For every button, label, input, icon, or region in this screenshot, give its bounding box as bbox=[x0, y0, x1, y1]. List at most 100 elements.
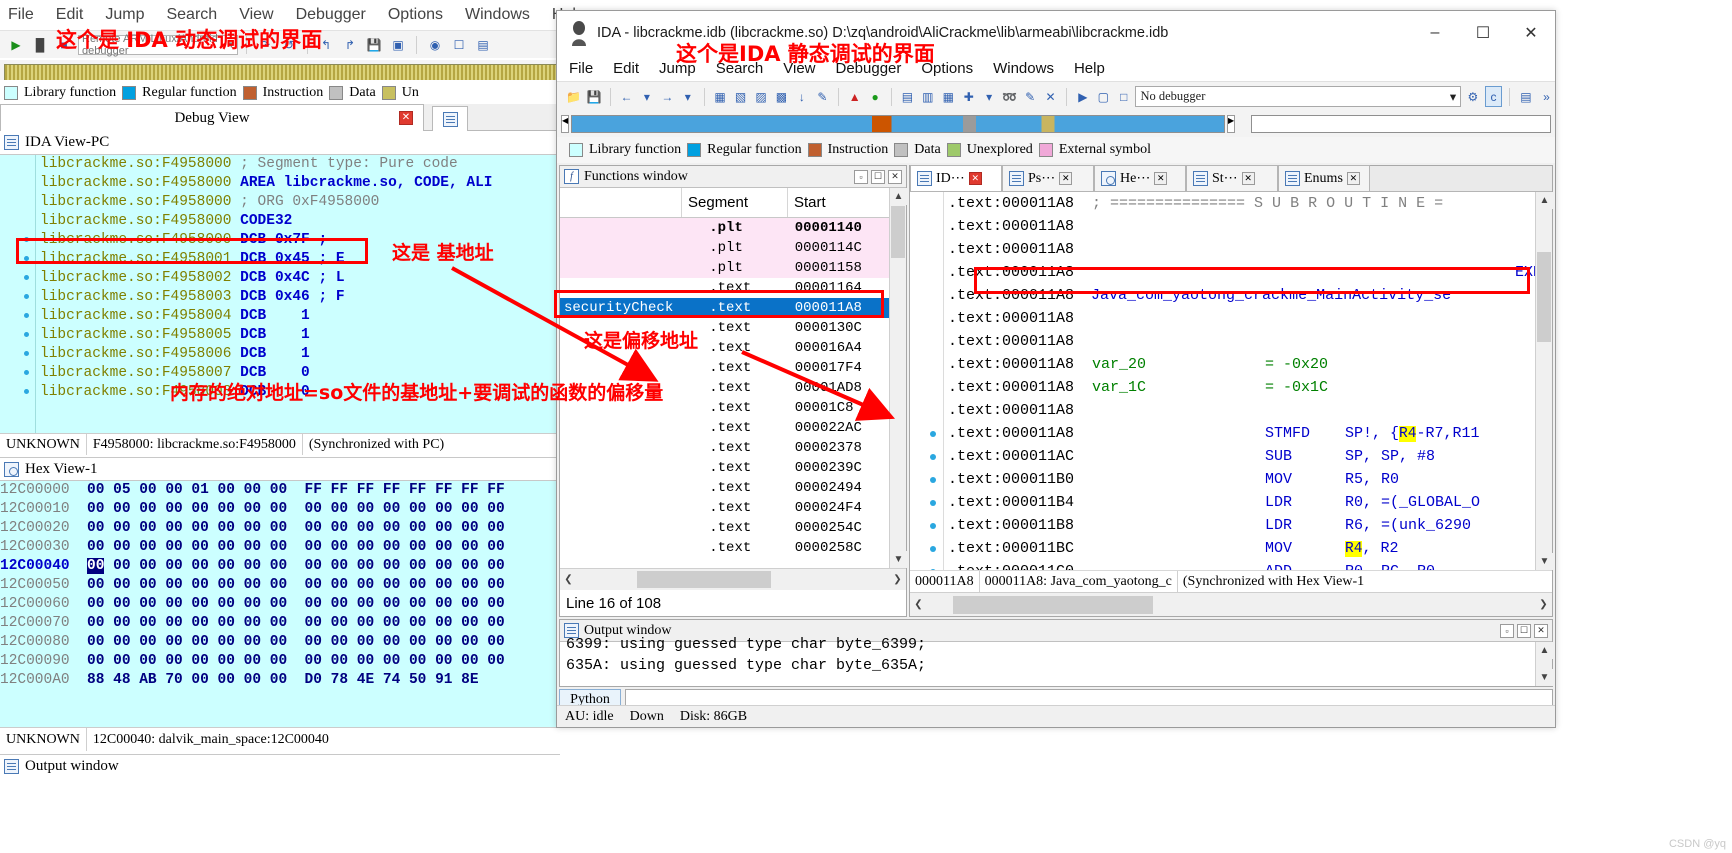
tab-hex-view[interactable]: He⋯ ✕ bbox=[1094, 165, 1186, 191]
disassembly-line[interactable]: libcrackme.so:F4958002 DCB 0x4C ; L bbox=[0, 269, 560, 288]
scroll-left-icon[interactable]: ❮ bbox=[910, 596, 927, 613]
snapshot-icon[interactable]: ▣ bbox=[388, 35, 408, 55]
scrollbar-thumb[interactable] bbox=[637, 571, 771, 588]
scroll-up-icon[interactable]: ▲ bbox=[1536, 642, 1553, 659]
back-menu-options[interactable]: Options bbox=[388, 6, 443, 24]
table-row[interactable]: .plt 00001140 bbox=[560, 218, 906, 238]
disassembly-line[interactable]: .text:000011A8 bbox=[910, 307, 1552, 330]
disassembly-line[interactable]: libcrackme.so:F4958000 CODE32 bbox=[0, 212, 560, 231]
navigate-forward-icon[interactable]: → bbox=[659, 86, 676, 107]
table-row[interactable]: .text 000024F4 bbox=[560, 498, 906, 518]
nav-scroll-left-icon[interactable]: ◀ bbox=[561, 115, 569, 133]
menu-help[interactable]: Help bbox=[1074, 60, 1105, 77]
save-icon[interactable]: 💾 bbox=[585, 86, 602, 107]
scrollbar-thumb[interactable] bbox=[891, 206, 905, 258]
breakpoint-icon[interactable]: ◉ bbox=[425, 35, 445, 55]
breakpoint-dot-icon[interactable] bbox=[930, 546, 936, 552]
menu-file[interactable]: File bbox=[569, 60, 593, 77]
disassembly-line[interactable]: libcrackme.so:F4958000 ; ORG 0xF4958000 bbox=[0, 193, 560, 212]
breakpoint-dot-icon[interactable] bbox=[930, 454, 936, 460]
nav-scroll-right-icon[interactable]: ▶ bbox=[1227, 115, 1235, 133]
run-icon[interactable]: ▶ bbox=[1074, 86, 1091, 107]
table-row[interactable]: securityCheck .text 000011A8 bbox=[560, 298, 906, 318]
table-row[interactable]: .text 0000130C bbox=[560, 318, 906, 338]
disassembly-line[interactable]: libcrackme.so:F4958000 DCB 0x7F ; bbox=[0, 231, 560, 250]
close-icon[interactable]: ✕ bbox=[1241, 172, 1255, 185]
hex-row[interactable]: 12C00040 00 00 00 00 00 00 00 00 00 00 0… bbox=[0, 557, 560, 576]
save-icon[interactable]: 💾 bbox=[364, 35, 384, 55]
disassembly-line[interactable]: libcrackme.so:F4958005 DCB 1 bbox=[0, 326, 560, 345]
menu-options[interactable]: Options bbox=[921, 60, 973, 77]
minimize-icon[interactable]: – bbox=[1411, 11, 1459, 55]
close-icon[interactable]: ✕ bbox=[1059, 172, 1073, 185]
table-row[interactable]: .text 000022AC bbox=[560, 418, 906, 438]
tab-ida-view-a[interactable]: ID⋯ ✕ bbox=[910, 165, 1002, 191]
disassembly-line[interactable]: libcrackme.so:F4958007 DCB 0 bbox=[0, 364, 560, 383]
table-row[interactable]: .text 00001164 bbox=[560, 278, 906, 298]
table-row[interactable]: .text 0000239C bbox=[560, 458, 906, 478]
tab-structures[interactable]: St⋯ ✕ bbox=[1186, 165, 1278, 191]
graph-view-icon[interactable]: ▤ bbox=[899, 86, 916, 107]
table-row[interactable]: .text 00002494 bbox=[560, 478, 906, 498]
step-into-icon[interactable]: ↷ bbox=[255, 35, 275, 55]
scroll-up-icon[interactable]: ▲ bbox=[1536, 192, 1553, 209]
disassembly-line[interactable]: .text:000011AC SUB SP, SP, #8 bbox=[910, 445, 1552, 468]
selected-byte[interactable]: 00 bbox=[87, 558, 105, 574]
disassembly-line[interactable]: .text:000011A8 EXPORT Java_com_yaotong bbox=[910, 261, 1552, 284]
float-icon[interactable]: ☐ bbox=[1517, 623, 1531, 638]
maximize-icon[interactable]: ☐ bbox=[1459, 11, 1507, 55]
tracing-icon[interactable]: ▤ bbox=[473, 35, 493, 55]
scroll-up-icon[interactable]: ▲ bbox=[890, 188, 907, 205]
warning-icon[interactable]: ▲ bbox=[846, 86, 863, 107]
breakpoint-dot-icon[interactable] bbox=[24, 313, 29, 318]
menu-search[interactable]: Search bbox=[716, 60, 764, 77]
toolbar-overflow-icon[interactable]: » bbox=[1538, 86, 1555, 107]
disassembly-line[interactable]: libcrackme.so:F4958006 DCB 1 bbox=[0, 345, 560, 364]
disassembly-line[interactable]: libcrackme.so:F4958000 AREA libcrackme.s… bbox=[0, 174, 560, 193]
disassembly-line[interactable]: libcrackme.so:F4958004 DCB 1 bbox=[0, 307, 560, 326]
scrollbar-thumb[interactable] bbox=[1537, 252, 1551, 342]
navigate-back-icon[interactable]: ← bbox=[618, 86, 635, 107]
hex-row[interactable]: 12C00000 00 05 00 00 01 00 00 00 FF FF F… bbox=[0, 481, 560, 500]
open-file-icon[interactable]: 📁 bbox=[565, 86, 582, 107]
undo-icon[interactable]: ↰ bbox=[316, 35, 336, 55]
breakpoint-dot-icon[interactable] bbox=[24, 256, 29, 261]
back-menu-edit[interactable]: Edit bbox=[56, 6, 84, 24]
hex-row[interactable]: 12C00060 00 00 00 00 00 00 00 00 00 00 0… bbox=[0, 595, 560, 614]
debugger-select[interactable]: Remote ARM Linux/Android debugger ▾ bbox=[78, 33, 238, 57]
add-breakpoint-icon[interactable]: ✚ bbox=[960, 86, 977, 107]
disassembly-line[interactable]: .text:000011A8 bbox=[910, 215, 1552, 238]
hex-row[interactable]: 12C00030 00 00 00 00 00 00 00 00 00 00 0… bbox=[0, 538, 560, 557]
debugger-options-icon[interactable]: ⚙ bbox=[1464, 86, 1481, 107]
back-menu-search[interactable]: Search bbox=[166, 6, 217, 24]
scroll-down-icon[interactable]: ▼ bbox=[1536, 669, 1553, 686]
back-menu-windows[interactable]: Windows bbox=[465, 6, 530, 24]
breakpoint-dot-icon[interactable] bbox=[24, 237, 29, 242]
table-row[interactable]: .text 000017F4 bbox=[560, 358, 906, 378]
disassembly-line[interactable]: .text:000011A8 bbox=[910, 238, 1552, 261]
menu-edit[interactable]: Edit bbox=[613, 60, 639, 77]
rename-icon[interactable]: ✎ bbox=[814, 86, 831, 107]
disassembly-line[interactable]: .text:000011B0 MOV R5, R0 bbox=[910, 468, 1552, 491]
menu-jump[interactable]: Jump bbox=[659, 60, 696, 77]
breakpoint-dot-icon[interactable] bbox=[930, 477, 936, 483]
hex-row[interactable]: 12C00020 00 00 00 00 00 00 00 00 00 00 0… bbox=[0, 519, 560, 538]
disassembly-line[interactable]: .text:000011C0 ADDR0, PC, R0 bbox=[910, 560, 1552, 570]
back-menu-jump[interactable]: Jump bbox=[105, 6, 144, 24]
float-icon[interactable]: ☐ bbox=[871, 169, 885, 184]
breakpoint-dot-icon[interactable] bbox=[24, 294, 29, 299]
breakpoint-dot-icon[interactable] bbox=[24, 370, 29, 375]
disassembly-vertical-scrollbar[interactable]: ▲ ▼ bbox=[1535, 192, 1553, 570]
front-titlebar[interactable]: IDA - libcrackme.idb (libcrackme.so) D:\… bbox=[557, 11, 1555, 55]
disassembly-horizontal-scrollbar[interactable]: ❮ ❯ bbox=[910, 592, 1552, 616]
forward-history-chevron-down-icon[interactable]: ▾ bbox=[679, 86, 696, 107]
table-row[interactable]: .text 0000258C bbox=[560, 538, 906, 558]
disassembly-line[interactable]: .text:000011A8 ; =============== S U B R… bbox=[910, 192, 1552, 215]
breakpoint-dot-icon[interactable] bbox=[24, 275, 29, 280]
navigation-band-secondary[interactable] bbox=[1251, 115, 1551, 133]
hex-row[interactable]: 12C00010 00 00 00 00 00 00 00 00 00 00 0… bbox=[0, 500, 560, 519]
jump-down-icon[interactable]: ↓ bbox=[793, 86, 810, 107]
output-vertical-scrollbar[interactable]: ▲ ▼ bbox=[1535, 642, 1553, 686]
disassembly-line[interactable]: .text:000011B8 LDR R6, =(unk_6290 bbox=[910, 514, 1552, 537]
table-row[interactable]: .text 00001AD8 bbox=[560, 378, 906, 398]
